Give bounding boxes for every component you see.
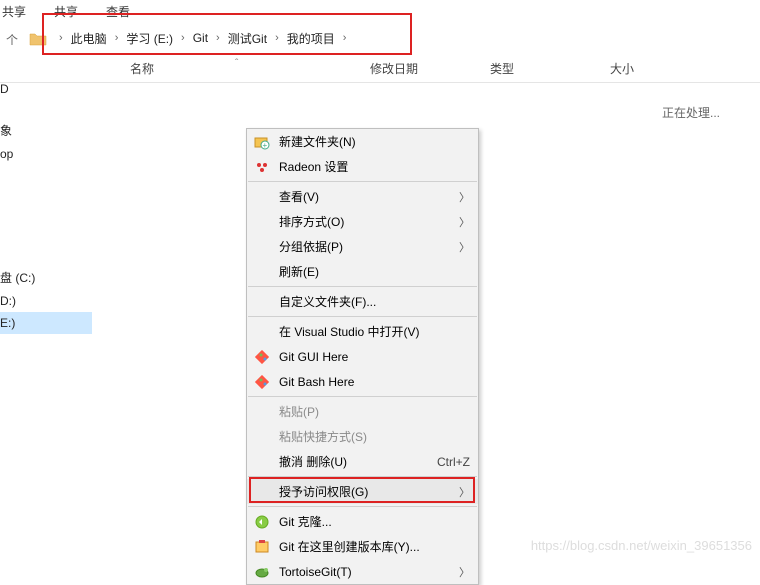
menu-refresh[interactable]: 刷新(E) [247, 259, 478, 284]
menu-paste-shortcut: 粘贴快捷方式(S) [247, 424, 478, 449]
git-clone-icon [253, 513, 271, 531]
chevron-right-icon: 〉 [459, 484, 470, 500]
menu-label: 自定义文件夹(F)... [279, 293, 470, 310]
menu-git-create-repo[interactable]: Git 在这里创建版本库(Y)... [247, 534, 478, 559]
sidebar-item[interactable]: 盘 (C:) [0, 265, 92, 290]
watermark: https://blog.csdn.net/weixin_39651356 [531, 538, 752, 553]
crumb-drive[interactable]: 学习 (E:) [123, 30, 176, 47]
status-processing: 正在处理... [662, 104, 720, 121]
git-icon [253, 373, 271, 391]
menu-label: 分组依据(P) [279, 238, 459, 255]
menu-git-clone[interactable]: Git 克隆... [247, 509, 478, 534]
header-size[interactable]: 大小 [600, 60, 680, 77]
navigation-pane: D 象 op 盘 (C:) D:) E:) [0, 78, 92, 334]
nav-up-icon[interactable]: 个 [6, 31, 20, 45]
chevron-right-icon[interactable]: › [270, 32, 284, 44]
folder-icon [29, 31, 47, 46]
menu-sort[interactable]: 排序方式(O) 〉 [247, 209, 478, 234]
menu-label: 在 Visual Studio 中打开(V) [279, 323, 470, 340]
menu-open-vs[interactable]: 在 Visual Studio 中打开(V) [247, 319, 478, 344]
chevron-right-icon[interactable]: › [211, 32, 225, 44]
menu-label: 粘贴(P) [279, 403, 470, 420]
menu-label: TortoiseGit(T) [279, 565, 459, 579]
tortoise-icon [253, 563, 271, 581]
crumb-git[interactable]: Git [190, 31, 211, 45]
menu-separator [248, 316, 477, 317]
menu-view[interactable]: 查看(V) 〉 [247, 184, 478, 209]
breadcrumb[interactable]: › 此电脑 › 学习 (E:) › Git › 测试Git › 我的项目 › [54, 30, 351, 47]
sidebar-item[interactable]: D:) [0, 290, 92, 312]
sidebar-item[interactable]: op [0, 143, 92, 165]
menu-label: Git 在这里创建版本库(Y)... [279, 538, 470, 555]
menu-label: 撤消 删除(U) [279, 453, 437, 470]
chevron-right-icon: 〉 [459, 214, 470, 230]
address-bar-area: 个 › 此电脑 › 学习 (E:) › Git › 测试Git › 我的项目 › [0, 24, 760, 52]
header-name[interactable]: 名称 ˆ [120, 60, 360, 77]
menu-label: 授予访问权限(G) [279, 483, 459, 500]
menu-new-folder[interactable]: + 新建文件夹(N) [247, 129, 478, 154]
menu-separator [248, 181, 477, 182]
menu-radeon[interactable]: Radeon 设置 [247, 154, 478, 179]
chevron-right-icon[interactable]: › [338, 32, 352, 44]
context-menu: + 新建文件夹(N) Radeon 设置 查看(V) 〉 排序方式(O) 〉 分… [246, 128, 479, 585]
menu-label: 排序方式(O) [279, 213, 459, 230]
sort-indicator-icon: ˆ [235, 58, 238, 69]
menu-git-gui[interactable]: Git GUI Here [247, 344, 478, 369]
sidebar-item-selected[interactable]: E:) [0, 312, 92, 334]
chevron-right-icon: 〉 [459, 189, 470, 205]
chevron-right-icon: 〉 [459, 564, 470, 580]
new-folder-icon: + [253, 133, 271, 151]
menu-paste: 粘贴(P) [247, 399, 478, 424]
chevron-right-icon[interactable]: › [54, 32, 68, 44]
column-headers: 名称 ˆ 修改日期 类型 大小 [0, 56, 760, 83]
chevron-right-icon: 〉 [459, 239, 470, 255]
git-repo-icon [253, 538, 271, 556]
menu-shortcut: Ctrl+Z [437, 455, 470, 469]
tab-page[interactable]: 共享 [2, 3, 26, 20]
ribbon-tabs: 共享 共享 查看 [0, 0, 760, 24]
menu-separator [248, 476, 477, 477]
menu-label: 粘贴快捷方式(S) [279, 428, 470, 445]
menu-label: Radeon 设置 [279, 158, 470, 175]
chevron-right-icon[interactable]: › [110, 32, 124, 44]
menu-label: Git GUI Here [279, 350, 470, 364]
menu-separator [248, 286, 477, 287]
tab-share[interactable]: 共享 [54, 3, 78, 20]
menu-group[interactable]: 分组依据(P) 〉 [247, 234, 478, 259]
menu-grant-access[interactable]: 授予访问权限(G) 〉 [247, 479, 478, 504]
svg-text:+: + [263, 141, 268, 150]
menu-label: Git Bash Here [279, 375, 470, 389]
tab-view[interactable]: 查看 [106, 3, 130, 20]
crumb-thispc[interactable]: 此电脑 [68, 30, 110, 47]
menu-separator [248, 506, 477, 507]
sidebar-item[interactable]: D [0, 78, 92, 100]
git-icon [253, 348, 271, 366]
sidebar-item[interactable]: 象 [0, 118, 92, 143]
menu-tortoisegit[interactable]: TortoiseGit(T) 〉 [247, 559, 478, 584]
menu-label: 新建文件夹(N) [279, 133, 470, 150]
crumb-myproject[interactable]: 我的项目 [284, 30, 338, 47]
header-modified[interactable]: 修改日期 [360, 60, 480, 77]
address-bar[interactable]: 个 › 此电脑 › 学习 (E:) › Git › 测试Git › 我的项目 › [0, 24, 760, 52]
header-type[interactable]: 类型 [480, 60, 600, 77]
menu-customize[interactable]: 自定义文件夹(F)... [247, 289, 478, 314]
radeon-icon [253, 158, 271, 176]
header-name-label: 名称 [130, 62, 154, 76]
chevron-right-icon[interactable]: › [176, 32, 190, 44]
menu-undo-delete[interactable]: 撤消 删除(U) Ctrl+Z [247, 449, 478, 474]
menu-label: Git 克隆... [279, 513, 470, 530]
menu-separator [248, 396, 477, 397]
menu-git-bash[interactable]: Git Bash Here [247, 369, 478, 394]
crumb-testgit[interactable]: 测试Git [225, 30, 270, 47]
menu-label: 刷新(E) [279, 263, 470, 280]
menu-label: 查看(V) [279, 188, 459, 205]
